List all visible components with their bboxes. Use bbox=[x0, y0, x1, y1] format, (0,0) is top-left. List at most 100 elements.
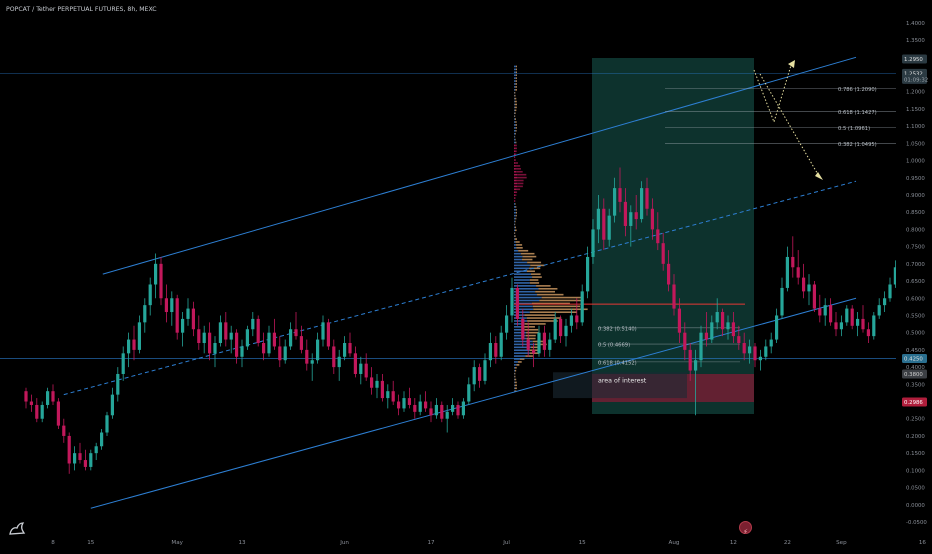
candle-body bbox=[764, 346, 767, 356]
price-tick-label: 1.1500 bbox=[906, 107, 925, 113]
candle-body bbox=[305, 350, 308, 364]
candle-body bbox=[203, 333, 206, 343]
volume-profile-bar bbox=[514, 98, 515, 100]
volume-profile-bar bbox=[516, 80, 517, 82]
candle-body bbox=[143, 305, 146, 322]
candle-body bbox=[386, 391, 389, 398]
volume-profile-bar bbox=[514, 148, 516, 150]
candle-body bbox=[678, 309, 681, 333]
candle-body bbox=[829, 305, 832, 322]
volume-profile-bar bbox=[517, 186, 523, 188]
candle-body bbox=[375, 381, 378, 388]
candle-body bbox=[802, 278, 805, 292]
time-tick-label: 12 bbox=[730, 540, 737, 546]
volume-profile-bar bbox=[514, 159, 515, 161]
candle-body bbox=[440, 405, 443, 419]
candle-body bbox=[278, 346, 281, 360]
candle-body bbox=[786, 257, 789, 288]
time-tick-label: 15 bbox=[87, 540, 95, 546]
volume-profile-bar bbox=[538, 288, 557, 290]
price-tick-label: 0.0500 bbox=[906, 486, 925, 492]
volume-profile-bar bbox=[515, 83, 517, 85]
candle-body bbox=[348, 343, 351, 353]
candle-body bbox=[267, 333, 270, 354]
candle-body bbox=[537, 333, 540, 354]
volume-profile-bar bbox=[516, 148, 517, 150]
candle-body bbox=[392, 391, 395, 401]
candle-body bbox=[332, 346, 335, 367]
volume-profile-bar bbox=[514, 124, 516, 126]
chart-canvas[interactable]: 0.786 (1.2090)0.618 (1.1427)0.5 (1.0961)… bbox=[0, 0, 932, 550]
volume-profile-bar bbox=[514, 244, 516, 246]
volume-profile-bar bbox=[515, 191, 517, 193]
volume-profile-bar bbox=[514, 215, 516, 217]
candle-body bbox=[456, 405, 459, 415]
volume-profile-bar bbox=[514, 92, 515, 94]
volume-profile-bar bbox=[536, 285, 551, 287]
candle-body bbox=[656, 229, 659, 243]
candle-body bbox=[716, 312, 719, 322]
candle-body bbox=[554, 319, 557, 340]
candle-body bbox=[494, 343, 497, 357]
candle-body bbox=[521, 319, 524, 340]
candle-body bbox=[705, 333, 708, 340]
candle-body bbox=[732, 322, 735, 336]
candle-body bbox=[883, 298, 886, 305]
candle-body bbox=[41, 405, 44, 419]
volume-profile-bar bbox=[516, 124, 517, 126]
volume-profile-bar bbox=[514, 200, 515, 202]
candle-body bbox=[662, 243, 665, 264]
candle-body bbox=[327, 322, 330, 346]
tradingview-logo-icon[interactable] bbox=[8, 519, 26, 537]
candle-body bbox=[624, 202, 627, 226]
volume-profile-bar bbox=[527, 320, 558, 322]
candle-body bbox=[770, 340, 773, 347]
candle-body bbox=[294, 329, 297, 336]
event-marker-icon[interactable]: ⚡ bbox=[739, 521, 752, 534]
candle-body bbox=[359, 364, 362, 374]
candle-body bbox=[397, 402, 400, 409]
time-tick-label: May bbox=[171, 540, 183, 546]
candle-body bbox=[300, 336, 303, 350]
candle-body bbox=[311, 360, 314, 363]
volume-profile-bar bbox=[514, 127, 516, 129]
price-tick-label: 1.4000 bbox=[906, 21, 925, 27]
volume-profile-bar bbox=[516, 127, 517, 129]
candle-body bbox=[543, 333, 546, 350]
candle-body bbox=[435, 405, 438, 415]
candle-body bbox=[710, 322, 713, 339]
price-tag-label: 1.2950 bbox=[904, 57, 923, 63]
chart-background bbox=[0, 0, 932, 550]
volume-profile-bar bbox=[514, 189, 517, 191]
price-tick-label: 1.0000 bbox=[906, 159, 925, 165]
volume-profile-bar bbox=[535, 291, 555, 293]
volume-profile-bar bbox=[516, 212, 517, 214]
price-tick-label: 1.1000 bbox=[906, 124, 925, 130]
volume-profile-bar bbox=[514, 118, 515, 120]
volume-profile-bar bbox=[514, 174, 517, 176]
volume-profile-bar bbox=[514, 320, 527, 322]
candle-body bbox=[824, 305, 827, 315]
volume-profile-bar bbox=[531, 273, 541, 275]
candle-body bbox=[381, 381, 384, 398]
candle-body bbox=[505, 315, 508, 332]
volume-profile-bar bbox=[514, 229, 515, 231]
candle-body bbox=[127, 340, 130, 354]
volume-profile-bar bbox=[515, 221, 516, 223]
volume-profile-bar bbox=[515, 133, 516, 135]
candle-body bbox=[192, 309, 195, 330]
time-tick-label: 15 bbox=[579, 540, 587, 546]
volume-profile-bar bbox=[515, 98, 517, 100]
volume-profile-bar bbox=[516, 69, 517, 71]
volume-profile-bar bbox=[518, 250, 528, 252]
candle-body bbox=[95, 446, 98, 453]
volume-profile-bar bbox=[514, 74, 516, 76]
candle-body bbox=[683, 333, 686, 350]
volume-profile-bar bbox=[516, 71, 517, 73]
volume-profile-bar bbox=[514, 156, 515, 158]
candle-body bbox=[834, 322, 837, 329]
volume-profile-bar bbox=[525, 329, 539, 331]
candle-body bbox=[46, 391, 49, 405]
candle-body bbox=[354, 353, 357, 374]
volume-profile-bar bbox=[514, 101, 515, 103]
